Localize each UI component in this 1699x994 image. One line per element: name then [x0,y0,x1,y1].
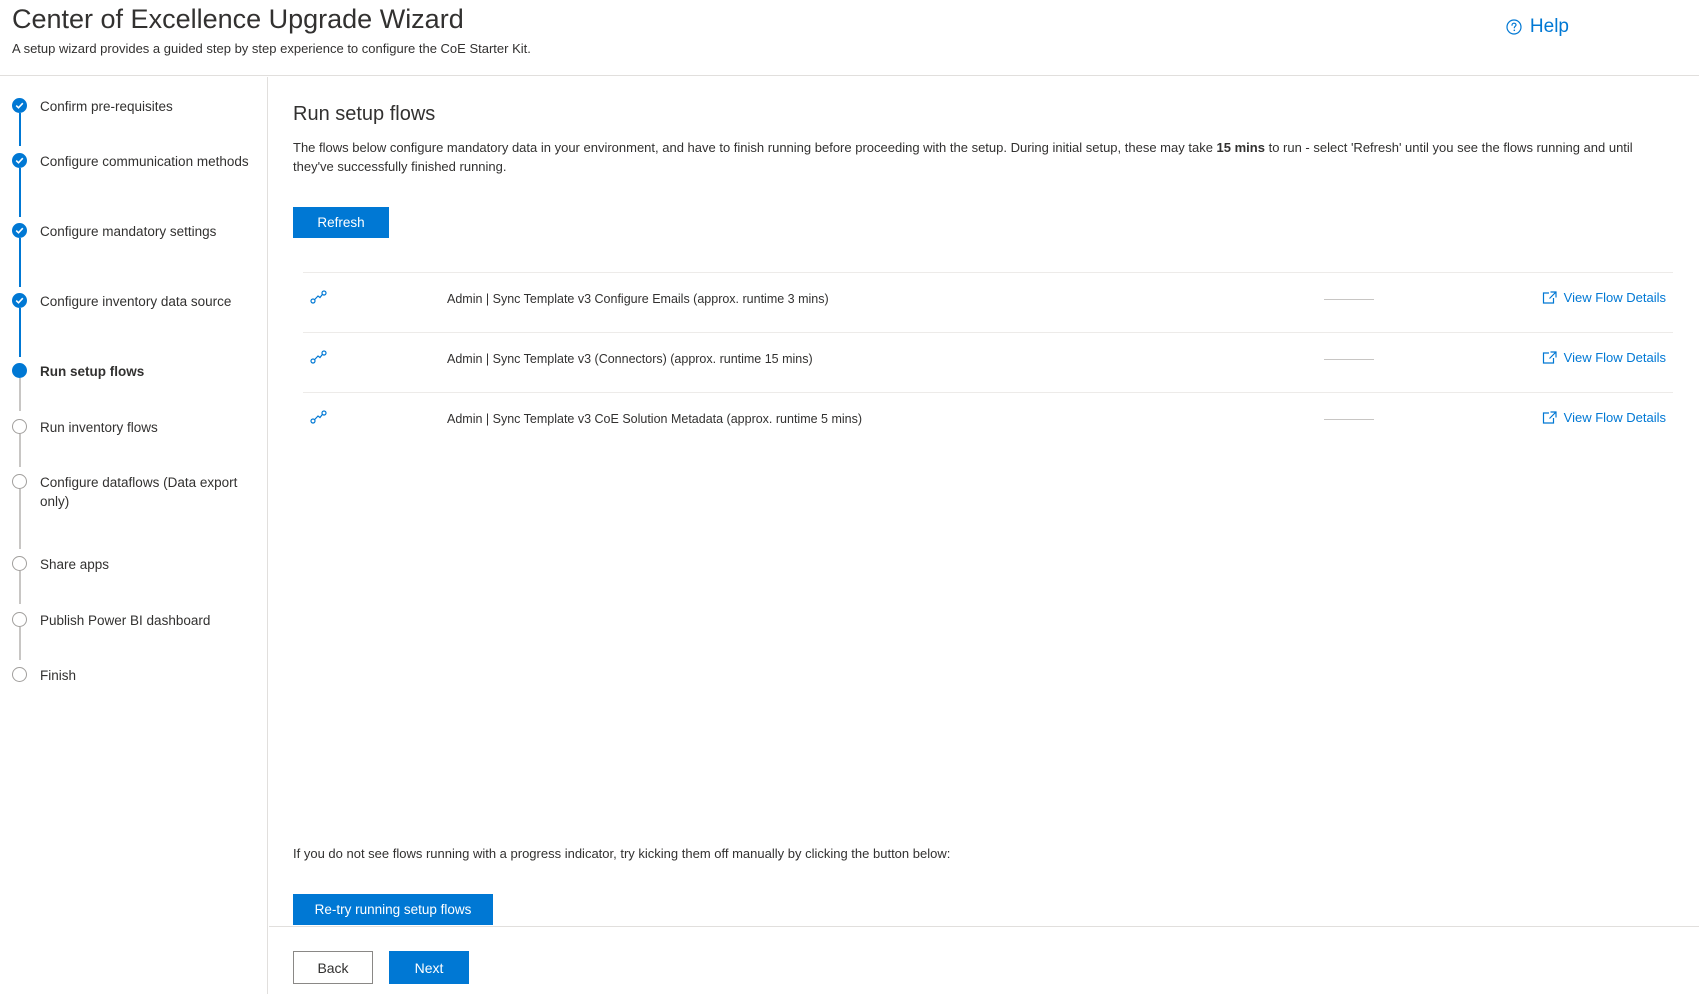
flow-row: Admin | Sync Template v3 (Connectors) (a… [303,332,1673,392]
help-link[interactable]: Help [1506,16,1569,38]
flow-name: Admin | Sync Template v3 (Connectors) (a… [447,352,813,366]
retry-setup-flows-button[interactable]: Re-try running setup flows [293,894,493,925]
step-connector [19,434,21,467]
empty-circle-icon [12,419,27,434]
flow-row: Admin | Sync Template v3 CoE Solution Me… [303,392,1673,452]
step-connector [19,238,21,287]
section-description: The flows below configure mandatory data… [293,138,1663,176]
setup-flow-list: Admin | Sync Template v3 Configure Email… [303,272,1673,452]
step-label: Configure mandatory settings [40,224,217,239]
flow-name: Admin | Sync Template v3 CoE Solution Me… [447,412,863,426]
step-label: Confirm pre-requisites [40,99,173,114]
app-subtitle: A setup wizard provides a guided step by… [12,41,531,56]
step-label: Configure dataflows (Data export only) [40,475,238,509]
empty-circle-icon [12,474,27,489]
flow-icon[interactable] [310,350,328,369]
app-title: Center of Excellence Upgrade Wizard [12,4,464,34]
flow-progress-indicator [1324,299,1374,300]
step-label: Publish Power BI dashboard [40,613,211,628]
step-connector [19,489,21,549]
step-connector [19,378,21,411]
step-label: Configure communication methods [40,154,249,169]
view-flow-details-label: View Flow Details [1563,410,1666,425]
checkmark-circle-icon [12,223,27,238]
refresh-button[interactable]: Refresh [293,207,389,238]
description-emphasis: 15 mins [1216,140,1265,155]
view-flow-details-link[interactable]: View Flow Details [1542,290,1666,305]
flow-progress-indicator [1324,359,1374,360]
step-connector [19,308,21,357]
question-circle-icon [1506,19,1522,35]
step-connector [19,571,21,604]
step-connector [19,113,21,146]
open-in-new-window-icon [1542,291,1557,304]
empty-circle-icon [12,667,27,682]
footer-divider [269,926,1699,927]
view-flow-details-label: View Flow Details [1563,350,1666,365]
flow-icon[interactable] [310,410,328,429]
checkmark-circle-icon [12,153,27,168]
flow-row: Admin | Sync Template v3 Configure Email… [303,272,1673,332]
flow-progress-indicator [1324,419,1374,420]
open-in-new-window-icon [1542,411,1557,424]
empty-circle-icon [12,612,27,627]
checkmark-circle-icon [12,98,27,113]
open-in-new-window-icon [1542,351,1557,364]
empty-circle-icon [12,556,27,571]
step-label: Run inventory flows [40,420,158,435]
current-step-dot-icon [12,363,27,378]
checkmark-circle-icon [12,293,27,308]
view-flow-details-label: View Flow Details [1563,290,1666,305]
view-flow-details-link[interactable]: View Flow Details [1542,350,1666,365]
view-flow-details-link[interactable]: View Flow Details [1542,410,1666,425]
back-button[interactable]: Back [293,951,373,984]
next-button[interactable]: Next [389,951,469,984]
step-connector [19,627,21,660]
step-connector [19,168,21,217]
wizard-steps-sidebar: Confirm pre-requisites Configure communi… [0,77,268,994]
step-label: Configure inventory data source [40,294,232,309]
wizard-header: Center of Excellence Upgrade Wizard A se… [0,0,1699,76]
flow-name: Admin | Sync Template v3 Configure Email… [447,292,829,306]
step-label: Share apps [40,557,110,572]
step-label: Finish [40,668,77,683]
section-title: Run setup flows [293,103,436,125]
retry-hint-text: If you do not see flows running with a p… [293,846,951,861]
description-text: The flows below configure mandatory data… [293,140,1217,155]
flow-icon[interactable] [310,290,328,309]
step-label: Run setup flows [40,364,145,379]
help-label: Help [1529,16,1569,37]
